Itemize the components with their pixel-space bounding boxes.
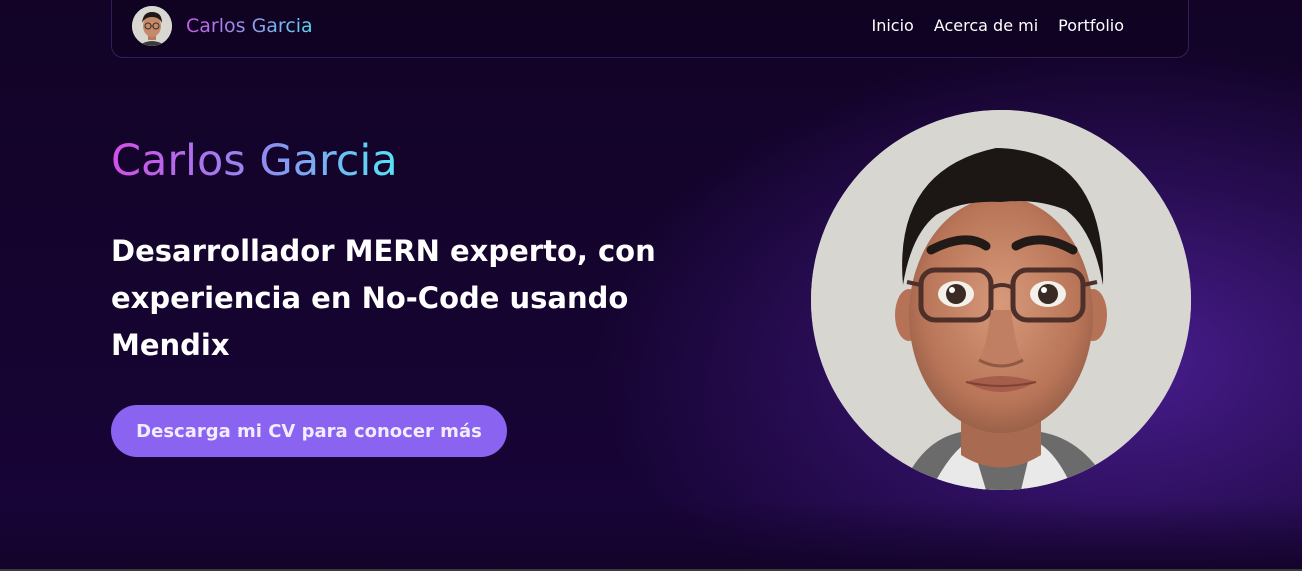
download-cv-button[interactable]: Descarga mi CV para conocer más bbox=[111, 405, 507, 457]
profile-photo bbox=[811, 110, 1191, 490]
nav-links: Inicio Acerca de mi Portfolio bbox=[871, 16, 1124, 35]
nav-brand[interactable]: Carlos Garcia bbox=[132, 6, 313, 46]
nav-brand-name: Carlos Garcia bbox=[186, 15, 313, 37]
nav-avatar bbox=[132, 6, 172, 46]
hero-tagline: Desarrollador MERN experto, con experien… bbox=[111, 234, 656, 362]
navbar: Carlos Garcia Inicio Acerca de mi Portfo… bbox=[111, 0, 1189, 58]
nav-link-acerca[interactable]: Acerca de mi bbox=[934, 16, 1038, 35]
bottom-fade bbox=[0, 501, 1302, 571]
hero-name: Carlos Garcia bbox=[111, 136, 398, 186]
nav-link-inicio[interactable]: Inicio bbox=[871, 16, 913, 35]
nav-link-portfolio[interactable]: Portfolio bbox=[1058, 16, 1124, 35]
